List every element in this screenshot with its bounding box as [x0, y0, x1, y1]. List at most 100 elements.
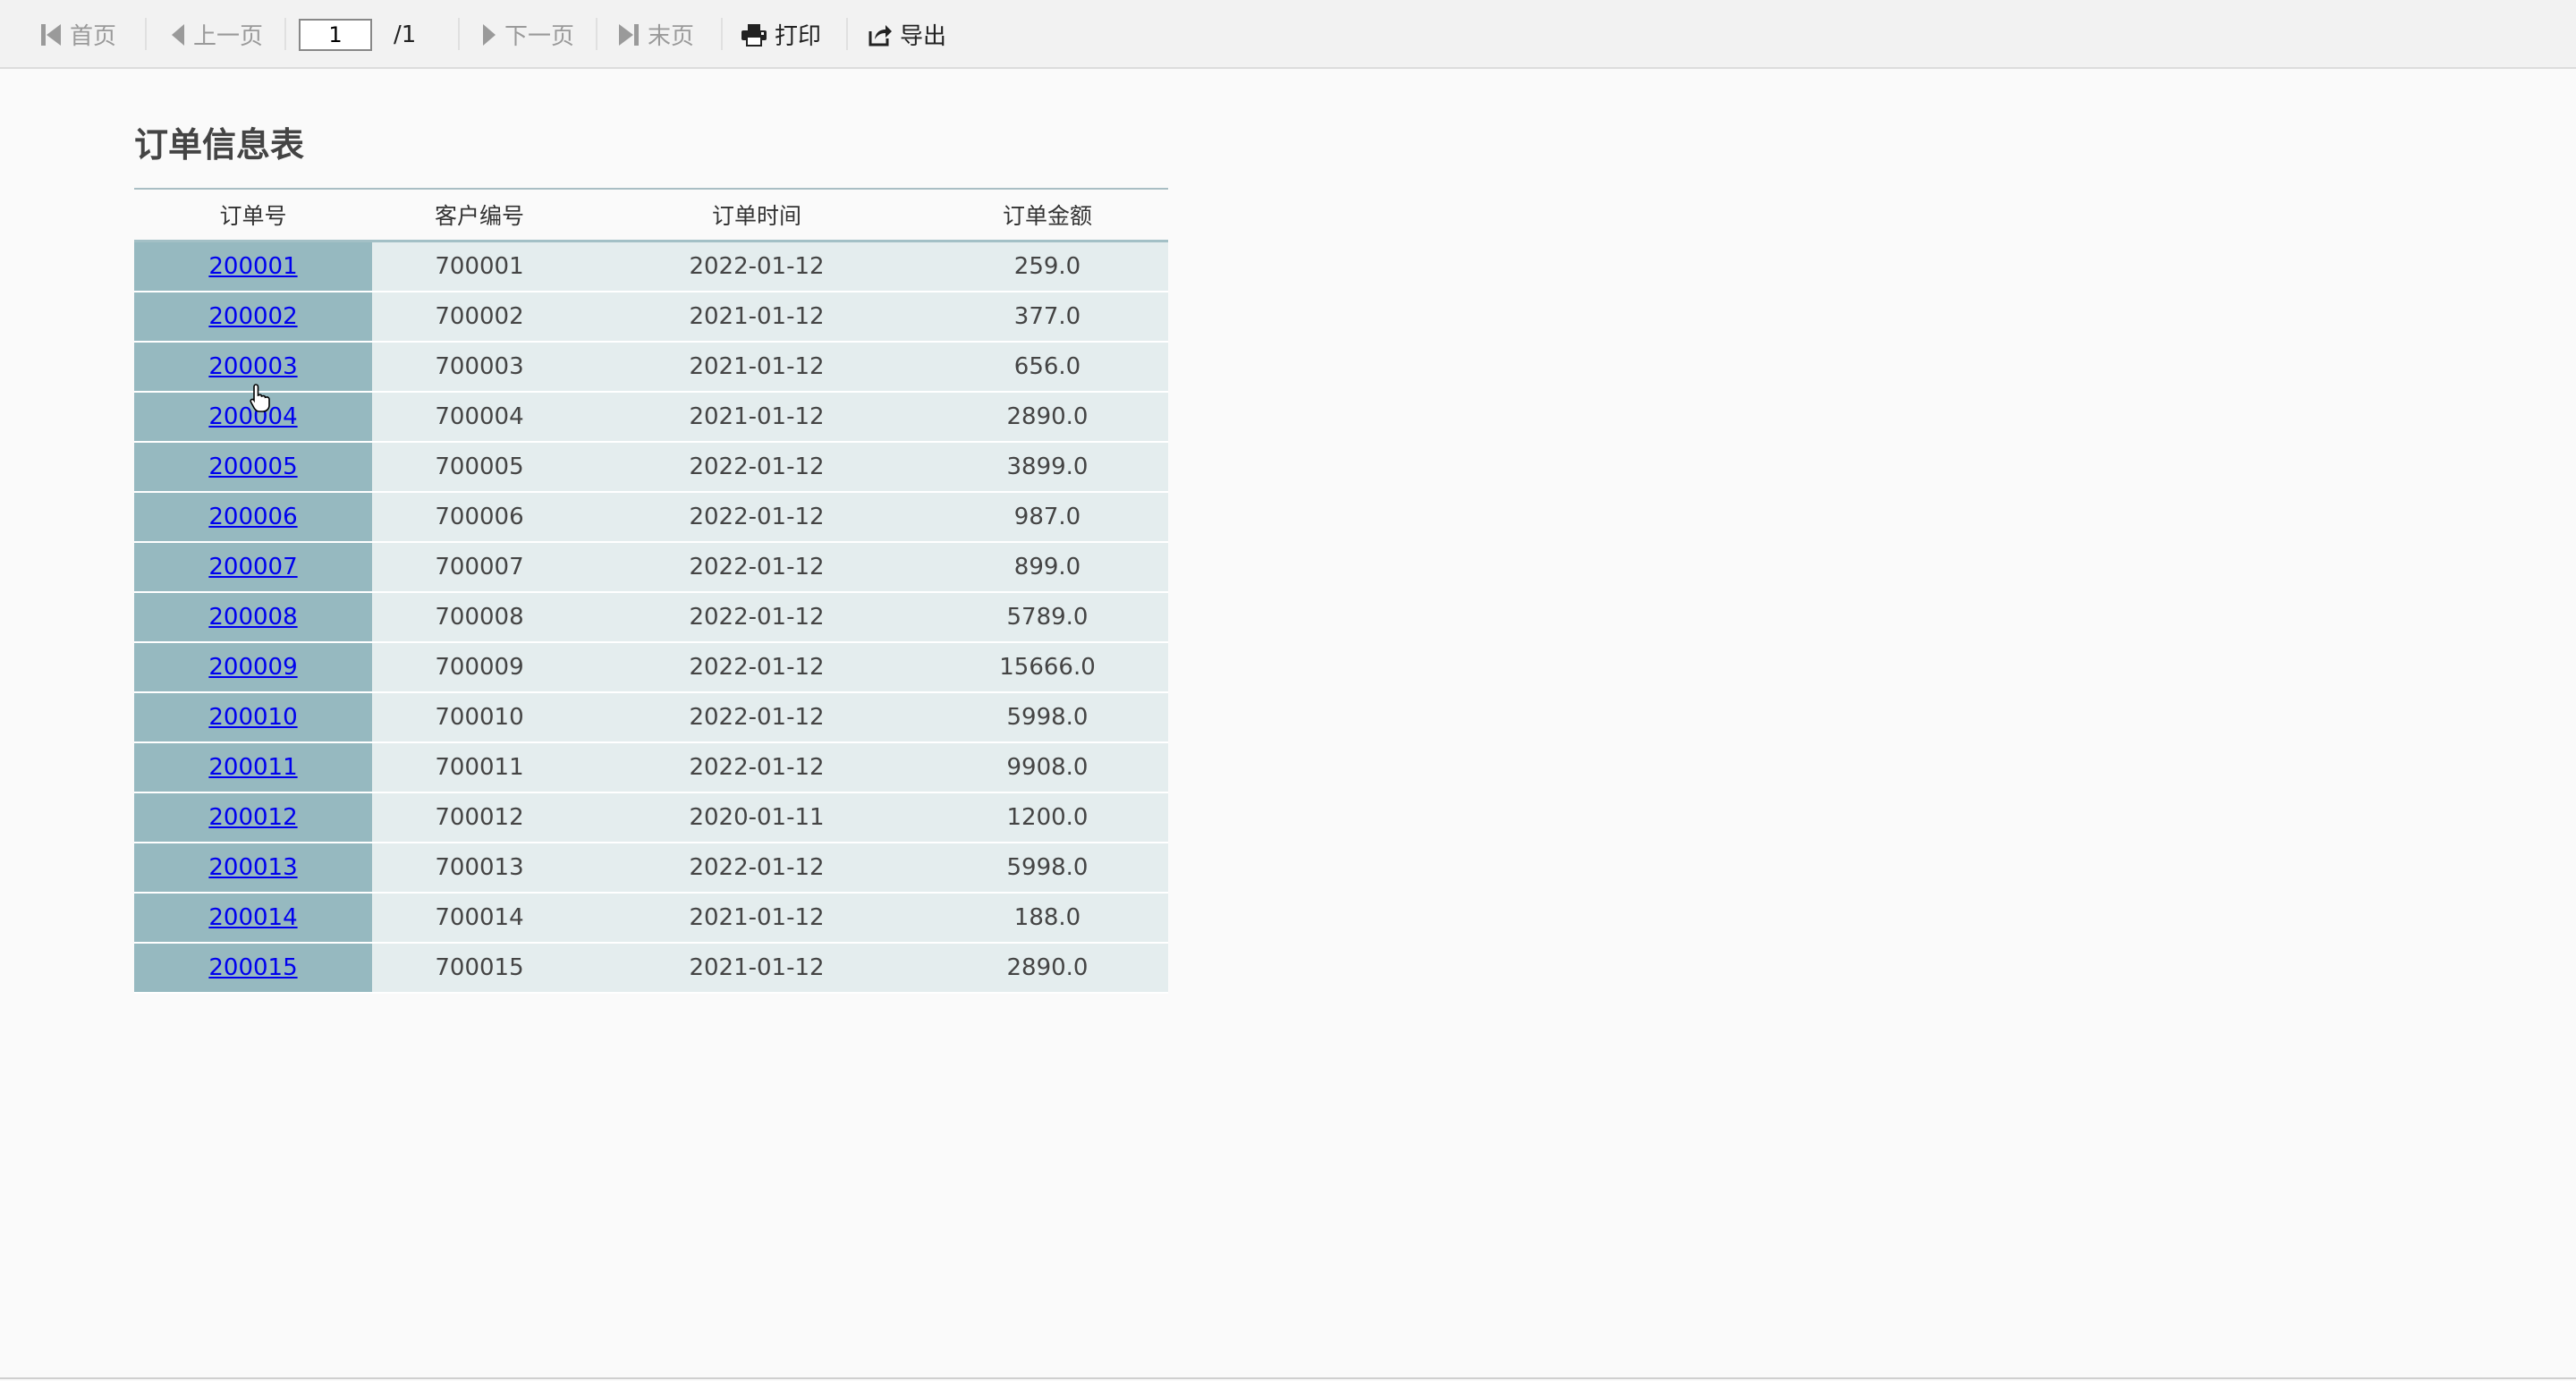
- table-row: 200012 700012 2020-01-11 1200.0: [134, 792, 1168, 843]
- order-date-cell: 2022-01-12: [587, 492, 927, 543]
- export-icon: [868, 22, 900, 47]
- next-page-label: 下一页: [504, 23, 575, 50]
- table-row: 200004 700004 2021-01-12 2890.0: [134, 392, 1168, 443]
- last-page-button[interactable]: 末页: [617, 0, 694, 69]
- table-row: 200015 700015 2021-01-12 2890.0: [134, 943, 1168, 994]
- customer-id-cell: 700009: [372, 642, 587, 693]
- order-id-link[interactable]: 200003: [208, 353, 297, 380]
- order-id-cell: 200009: [134, 642, 372, 693]
- prev-page-button[interactable]: 上一页: [170, 0, 263, 69]
- amount-cell: 15666.0: [927, 642, 1168, 693]
- order-id-link[interactable]: 200014: [208, 904, 297, 931]
- order-id-cell: 200011: [134, 742, 372, 793]
- skip-first-icon: [39, 22, 70, 47]
- last-page-label: 末页: [648, 23, 695, 50]
- table-header-row: 订单号 客户编号 订单时间 订单金额: [134, 188, 1168, 242]
- amount-cell: 377.0: [927, 292, 1168, 343]
- table-row: 200009 700009 2022-01-12 15666.0: [134, 642, 1168, 693]
- order-id-cell: 200015: [134, 943, 372, 994]
- amount-cell: 899.0: [927, 542, 1168, 593]
- order-id-link[interactable]: 200013: [208, 854, 297, 881]
- order-id-link[interactable]: 200008: [208, 604, 297, 631]
- customer-id-cell: 700001: [372, 241, 587, 292]
- customer-id-cell: 700002: [372, 292, 587, 343]
- order-date-cell: 2022-01-12: [587, 742, 927, 793]
- export-button[interactable]: 导出: [868, 0, 946, 69]
- order-id-link[interactable]: 200004: [208, 403, 297, 430]
- printer-icon: [741, 23, 775, 47]
- toolbar-divider: [284, 18, 286, 50]
- first-page-button[interactable]: 首页: [39, 0, 116, 69]
- print-button[interactable]: 打印: [741, 0, 821, 69]
- triangle-left-icon: [170, 22, 193, 47]
- next-page-button[interactable]: 下一页: [481, 0, 574, 69]
- customer-id-cell: 700010: [372, 692, 587, 743]
- order-date-cell: 2021-01-12: [587, 292, 927, 343]
- page-number-input[interactable]: [299, 19, 372, 51]
- order-date-cell: 2021-01-12: [587, 943, 927, 994]
- toolbar-divider: [596, 18, 597, 50]
- table-body: 200001 700001 2022-01-12 259.0 200002 70…: [134, 241, 1168, 994]
- order-id-cell: 200001: [134, 241, 372, 292]
- order-id-cell: 200013: [134, 843, 372, 894]
- amount-cell: 656.0: [927, 342, 1168, 393]
- order-id-link[interactable]: 200015: [208, 954, 297, 981]
- column-header-amount: 订单金额: [927, 188, 1168, 242]
- order-date-cell: 2020-01-11: [587, 792, 927, 843]
- table-row: 200008 700008 2022-01-12 5789.0: [134, 592, 1168, 643]
- order-id-link[interactable]: 200010: [208, 704, 297, 731]
- order-id-cell: 200007: [134, 542, 372, 593]
- table-row: 200010 700010 2022-01-12 5998.0: [134, 692, 1168, 743]
- amount-cell: 188.0: [927, 893, 1168, 944]
- amount-cell: 1200.0: [927, 792, 1168, 843]
- table-row: 200011 700011 2022-01-12 9908.0: [134, 742, 1168, 793]
- table-row: 200006 700006 2022-01-12 987.0: [134, 492, 1168, 543]
- order-date-cell: 2022-01-12: [587, 843, 927, 894]
- table-row: 200003 700003 2021-01-12 656.0: [134, 342, 1168, 393]
- order-id-cell: 200004: [134, 392, 372, 443]
- order-id-link[interactable]: 200007: [208, 554, 297, 580]
- order-date-cell: 2022-01-12: [587, 642, 927, 693]
- order-id-link[interactable]: 200005: [208, 453, 297, 480]
- order-id-link[interactable]: 200002: [208, 303, 297, 330]
- order-date-cell: 2022-01-12: [587, 442, 927, 493]
- table-row: 200002 700002 2021-01-12 377.0: [134, 292, 1168, 343]
- print-label: 打印: [775, 23, 822, 50]
- order-id-link[interactable]: 200011: [208, 754, 297, 781]
- table-row: 200001 700001 2022-01-12 259.0: [134, 241, 1168, 292]
- customer-id-cell: 700013: [372, 843, 587, 894]
- order-date-cell: 2021-01-12: [587, 392, 927, 443]
- prev-page-label: 上一页: [193, 23, 264, 50]
- table-row: 200014 700014 2021-01-12 188.0: [134, 893, 1168, 944]
- customer-id-cell: 700005: [372, 442, 587, 493]
- amount-cell: 5998.0: [927, 843, 1168, 894]
- customer-id-cell: 700004: [372, 392, 587, 443]
- order-id-cell: 200006: [134, 492, 372, 543]
- first-page-label: 首页: [70, 23, 117, 50]
- amount-cell: 5789.0: [927, 592, 1168, 643]
- table-row: 200005 700005 2022-01-12 3899.0: [134, 442, 1168, 493]
- order-date-cell: 2022-01-12: [587, 592, 927, 643]
- order-date-cell: 2021-01-12: [587, 342, 927, 393]
- order-id-link[interactable]: 200006: [208, 504, 297, 530]
- report-title: 订单信息表: [134, 125, 305, 165]
- order-id-link[interactable]: 200001: [208, 253, 297, 280]
- order-id-cell: 200005: [134, 442, 372, 493]
- export-label: 导出: [900, 23, 947, 50]
- amount-cell: 2890.0: [927, 943, 1168, 994]
- bottom-border: [0, 1377, 2576, 1379]
- report-toolbar: 首页 上一页 /1 下一页 末页 打印: [0, 0, 2576, 69]
- order-id-cell: 200010: [134, 692, 372, 743]
- customer-id-cell: 700008: [372, 592, 587, 643]
- triangle-right-icon: [481, 22, 504, 47]
- toolbar-divider: [145, 18, 147, 50]
- order-table: 订单号 客户编号 订单时间 订单金额 200001 700001 2022-01…: [134, 188, 1168, 994]
- order-id-link[interactable]: 200012: [208, 804, 297, 831]
- toolbar-divider: [458, 18, 460, 50]
- order-id-cell: 200002: [134, 292, 372, 343]
- order-id-link[interactable]: 200009: [208, 654, 297, 681]
- order-id-cell: 200008: [134, 592, 372, 643]
- customer-id-cell: 700015: [372, 943, 587, 994]
- skip-last-icon: [617, 22, 648, 47]
- amount-cell: 987.0: [927, 492, 1168, 543]
